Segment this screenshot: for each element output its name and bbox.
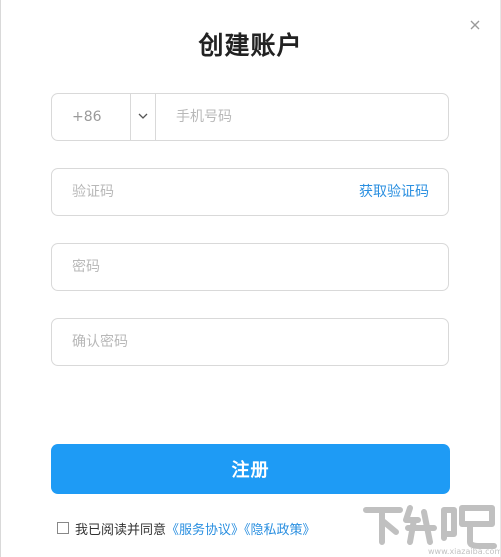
agree-checkbox[interactable] — [57, 521, 69, 534]
verification-code-input[interactable] — [72, 169, 332, 215]
country-code-dropdown[interactable] — [131, 94, 155, 140]
password-input[interactable] — [72, 244, 412, 290]
password-field — [51, 243, 449, 291]
service-agreement-link[interactable]: 《服务协议》 — [166, 523, 244, 538]
confirm-password-field — [51, 318, 449, 366]
get-code-button[interactable]: 获取验证码 — [359, 169, 429, 215]
chevron-down-icon — [138, 113, 148, 119]
watermark-logo: www.xiazaiba.com — [363, 505, 500, 556]
privacy-policy-link[interactable]: 《隐私政策》 — [244, 523, 316, 538]
register-button[interactable]: 注册 — [51, 444, 450, 494]
dialog-title: 创建账户 — [198, 31, 303, 60]
divider — [155, 94, 156, 140]
phone-input[interactable] — [176, 94, 436, 140]
country-code: +86 — [72, 109, 102, 125]
agreement-text: 我已阅读并同意 — [75, 523, 167, 538]
window-left-edge — [0, 0, 1, 557]
watermark-domain: www.xiazaiba.com — [428, 547, 500, 556]
verification-code-field: 获取验证码 — [51, 168, 449, 216]
confirm-password-input[interactable] — [72, 319, 412, 365]
phone-field: +86 — [51, 93, 449, 141]
agreement-row: 我已阅读并同意《服务协议》《隐私政策》 — [57, 519, 316, 538]
